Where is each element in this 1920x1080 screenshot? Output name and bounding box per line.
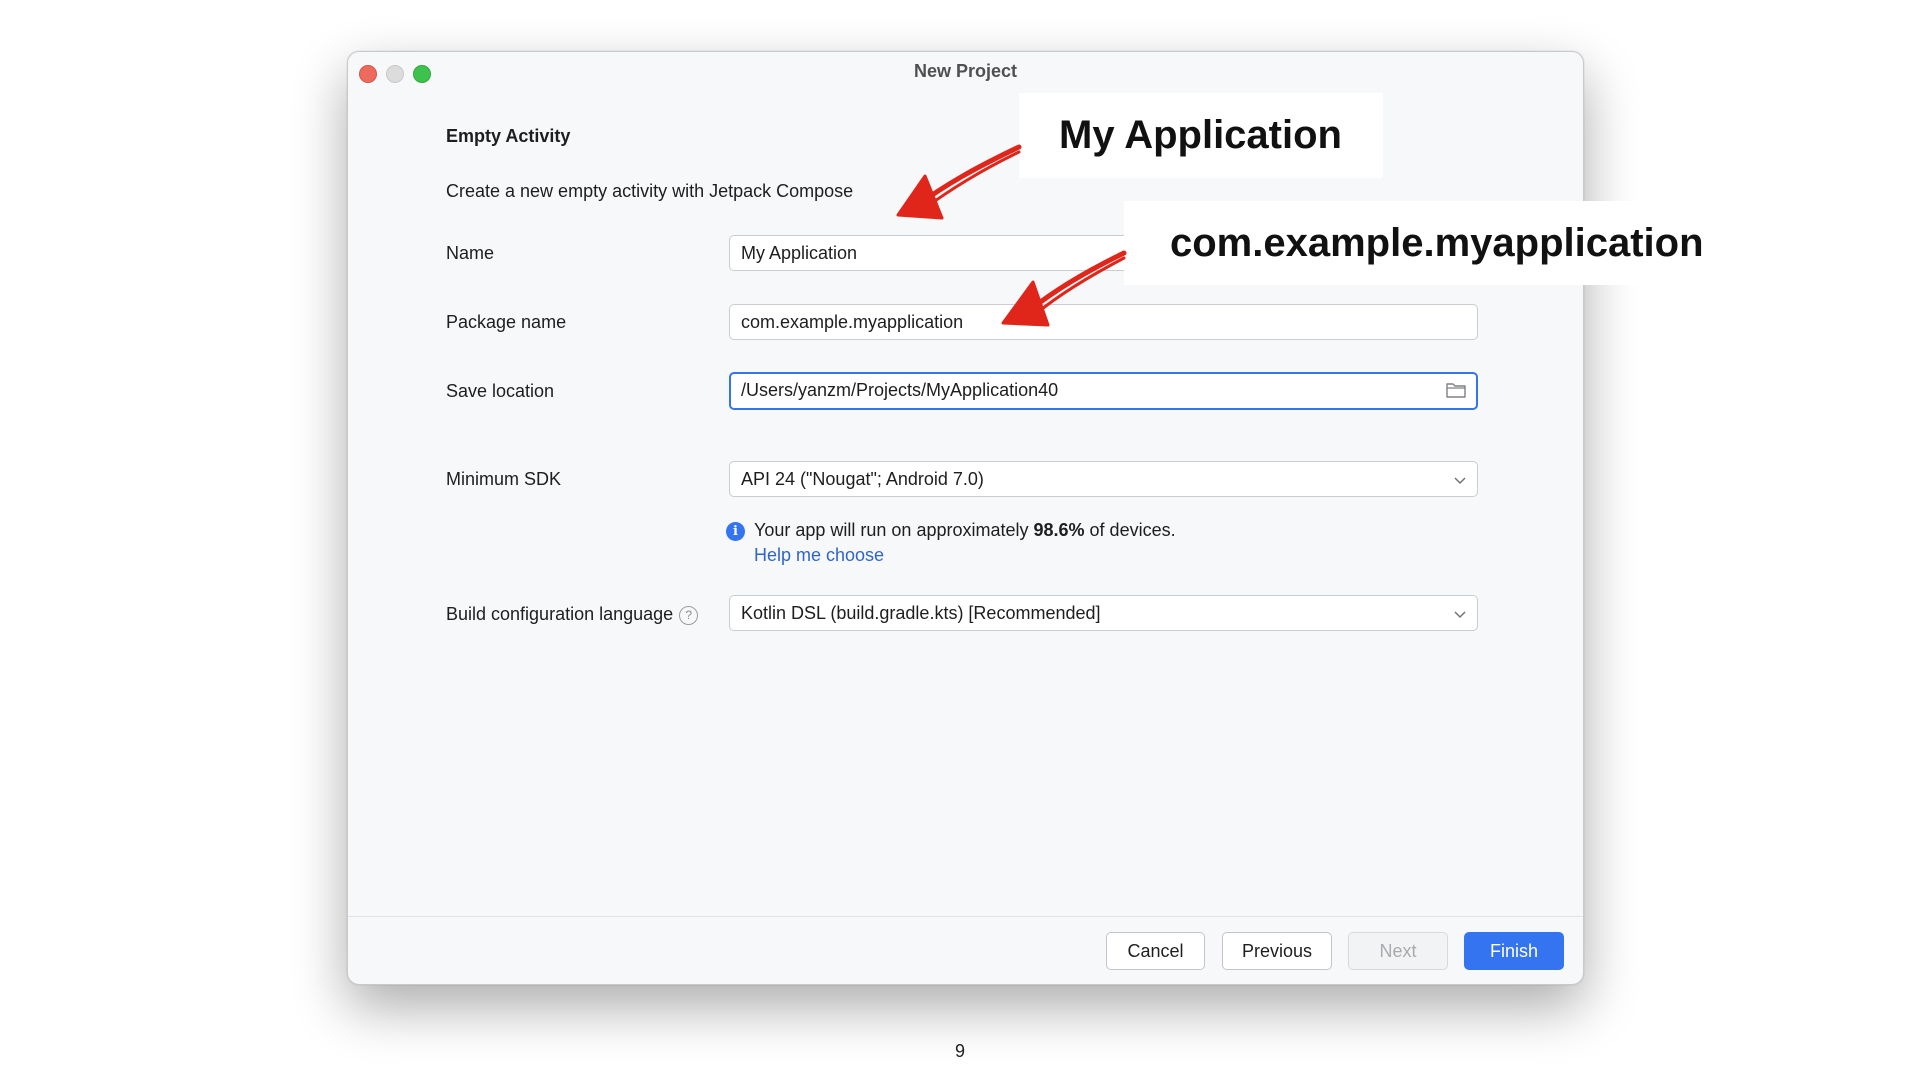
- slide-page-number: 9: [954, 1041, 965, 1061]
- arrow-to-package: [1001, 250, 1127, 327]
- arrow-to-name: [896, 144, 1022, 220]
- annotation-arrows: [896, 144, 1127, 327]
